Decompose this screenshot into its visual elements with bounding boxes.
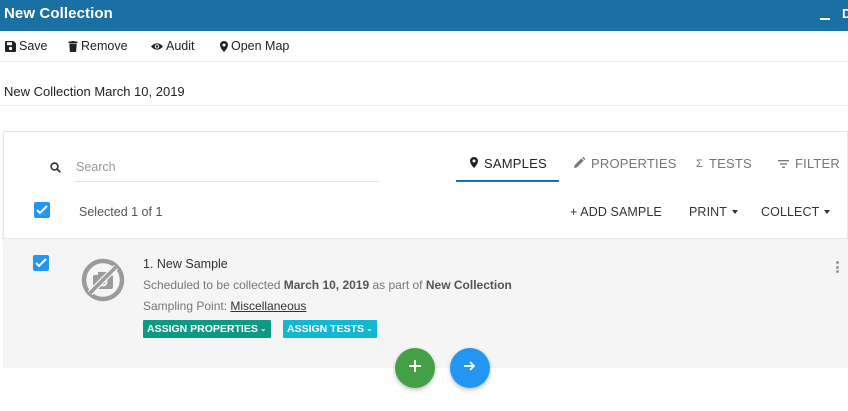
assign-tests-label: ASSIGN TESTS — [287, 323, 365, 335]
titlebar-extra-label[interactable]: D — [842, 6, 848, 20]
next-fab-button[interactable] — [450, 348, 490, 388]
search-input[interactable] — [75, 153, 379, 182]
toolbar: Save Remove Audit Open Map — [0, 31, 848, 62]
assign-properties-label: ASSIGN PROPERTIES — [147, 323, 258, 335]
sample-title[interactable]: 1. New Sample — [143, 257, 228, 271]
tab-properties[interactable]: PROPERTIES — [574, 156, 677, 171]
schedule-mid: as part of — [369, 278, 426, 292]
tab-samples[interactable]: SAMPLES — [470, 156, 547, 171]
assign-tests-button[interactable]: ASSIGN TESTS ⌄ — [283, 320, 377, 338]
sigma-icon: Σ — [696, 157, 703, 170]
remove-label: Remove — [81, 39, 128, 53]
arrow-right-icon — [464, 359, 476, 377]
audit-button[interactable]: Audit — [151, 39, 195, 53]
schedule-collection: New Collection — [425, 278, 512, 292]
sampling-point-link[interactable]: Miscellaneous — [230, 299, 306, 313]
eye-icon — [151, 42, 163, 51]
map-pin-icon — [220, 40, 228, 52]
no-image-icon — [81, 258, 125, 307]
tab-filter[interactable]: FILTER — [778, 156, 840, 171]
pencil-icon — [574, 156, 586, 171]
open-map-label: Open Map — [231, 39, 290, 53]
schedule-date: March 10, 2019 — [283, 278, 370, 292]
plus-icon — [409, 359, 421, 377]
tab-filter-label: FILTER — [795, 156, 841, 171]
open-map-button[interactable]: Open Map — [220, 39, 289, 53]
add-sample-button[interactable]: + ADD SAMPLE — [570, 205, 662, 219]
tab-tests-label: TESTS — [709, 156, 752, 171]
chevron-down-icon: ⌄ — [259, 324, 267, 333]
save-label: Save — [19, 39, 48, 53]
print-label: PRINT — [689, 205, 727, 219]
caret-down-icon — [824, 210, 831, 214]
sample-checkbox[interactable] — [33, 255, 49, 271]
trash-icon — [68, 40, 78, 52]
tab-samples-label: SAMPLES — [484, 156, 547, 171]
window-titlebar: New Collection D — [0, 0, 848, 31]
search-icon — [50, 160, 61, 178]
tab-properties-label: PROPERTIES — [591, 156, 677, 171]
assign-properties-button[interactable]: ASSIGN PROPERTIES ⌄ — [143, 320, 271, 338]
schedule-prefix: Scheduled to be collected — [143, 278, 284, 292]
collection-name[interactable]: New Collection March 10, 2019 — [4, 84, 185, 99]
sampling-point: Sampling Point: Miscellaneous — [143, 299, 306, 313]
selected-count: Selected 1 of 1 — [79, 205, 163, 219]
collect-dropdown[interactable]: COLLECT — [761, 205, 831, 219]
samples-card — [3, 131, 848, 239]
audit-label: Audit — [166, 39, 195, 53]
sample-list-item[interactable] — [3, 239, 848, 368]
sampling-point-label: Sampling Point: — [143, 299, 231, 313]
collection-name-underline — [0, 105, 848, 106]
map-pin-icon — [470, 156, 478, 171]
save-button[interactable]: Save — [5, 39, 48, 53]
window-title: New Collection — [4, 5, 113, 22]
save-icon — [5, 40, 16, 52]
filter-icon — [778, 156, 789, 171]
minimize-icon[interactable] — [818, 3, 832, 25]
chevron-down-icon: ⌄ — [366, 324, 373, 333]
active-tab-indicator — [456, 180, 559, 182]
print-dropdown[interactable]: PRINT — [689, 205, 738, 219]
remove-button[interactable]: Remove — [68, 39, 128, 53]
caret-down-icon — [732, 210, 738, 214]
tab-tests[interactable]: Σ TESTS — [696, 156, 752, 171]
sample-schedule: Scheduled to be collected March 10, 2019… — [143, 278, 512, 292]
select-all-checkbox[interactable] — [34, 202, 50, 218]
collect-label: COLLECT — [761, 205, 820, 219]
add-fab-button[interactable] — [395, 348, 435, 388]
more-vert-icon[interactable] — [834, 261, 840, 275]
